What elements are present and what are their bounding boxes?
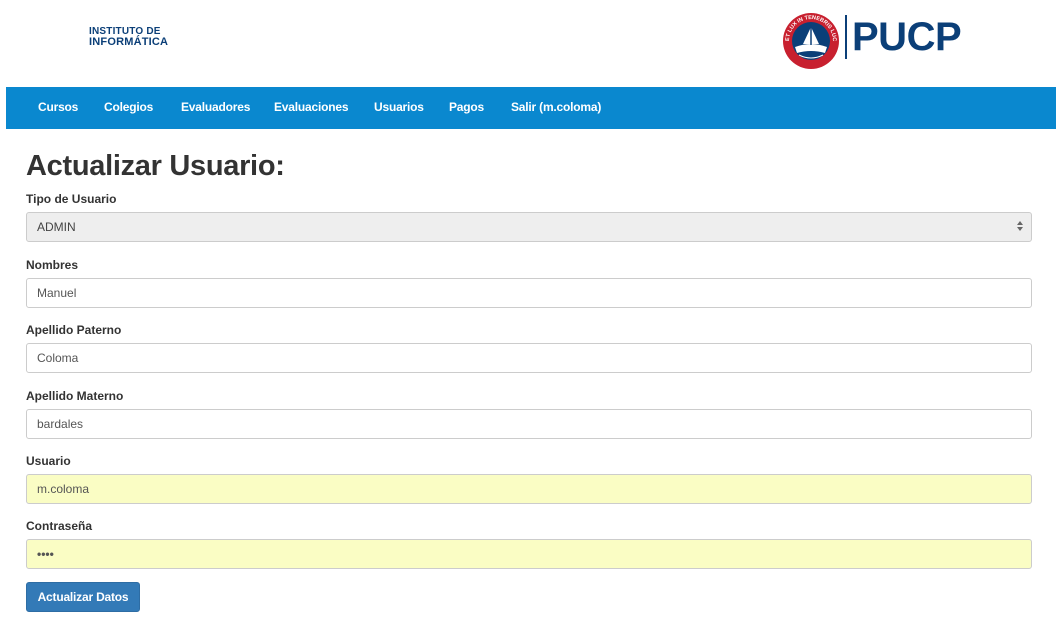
page-title: Actualizar Usuario:	[26, 150, 285, 182]
tipo-usuario-selected: ADMIN	[37, 220, 76, 234]
logo-divider	[845, 15, 847, 59]
nav-cursos[interactable]: Cursos	[38, 100, 78, 114]
tipo-usuario-select[interactable]: ADMIN	[26, 212, 1032, 242]
nav-usuarios[interactable]: Usuarios	[374, 100, 424, 114]
nav-salir[interactable]: Salir (m.coloma)	[511, 100, 601, 114]
tipo-usuario-label: Tipo de Usuario	[26, 192, 117, 206]
nombres-input[interactable]: Manuel	[26, 278, 1032, 308]
apellido-paterno-input[interactable]: Coloma	[26, 343, 1032, 373]
apellido-materno-input[interactable]: bardales	[26, 409, 1032, 439]
instituto-informatica-logo[interactable]: INSTITUTO DE INFORMÁTICA	[89, 26, 168, 48]
nav-evaluadores[interactable]: Evaluadores	[181, 100, 250, 114]
contrasena-input[interactable]: ••••	[26, 539, 1032, 569]
nombres-label: Nombres	[26, 258, 79, 272]
contrasena-label: Contraseña	[26, 519, 93, 533]
pucp-logo[interactable]: ET LUX IN TENEBRIS LUCET PUCP	[781, 11, 981, 71]
usuario-label: Usuario	[26, 454, 71, 468]
nav-colegios[interactable]: Colegios	[104, 100, 153, 114]
main-navbar: Cursos Colegios Evaluadores Evaluaciones…	[6, 87, 1056, 129]
institute-line2: INFORMÁTICA	[89, 36, 169, 48]
pucp-brand-text: PUCP	[852, 15, 962, 59]
apellido-materno-label: Apellido Materno	[26, 389, 124, 403]
usuario-input[interactable]: m.coloma	[26, 474, 1032, 504]
nav-pagos[interactable]: Pagos	[449, 100, 484, 114]
actualizar-datos-button[interactable]: Actualizar Datos	[26, 582, 140, 612]
header: INSTITUTO DE INFORMÁTICA ET LUX IN TENEB…	[0, 0, 1056, 82]
pucp-seal-icon: ET LUX IN TENEBRIS LUCET	[781, 11, 839, 69]
select-arrows-icon	[1017, 221, 1025, 233]
nav-evaluaciones[interactable]: Evaluaciones	[274, 100, 349, 114]
apellido-paterno-label: Apellido Paterno	[26, 323, 122, 337]
